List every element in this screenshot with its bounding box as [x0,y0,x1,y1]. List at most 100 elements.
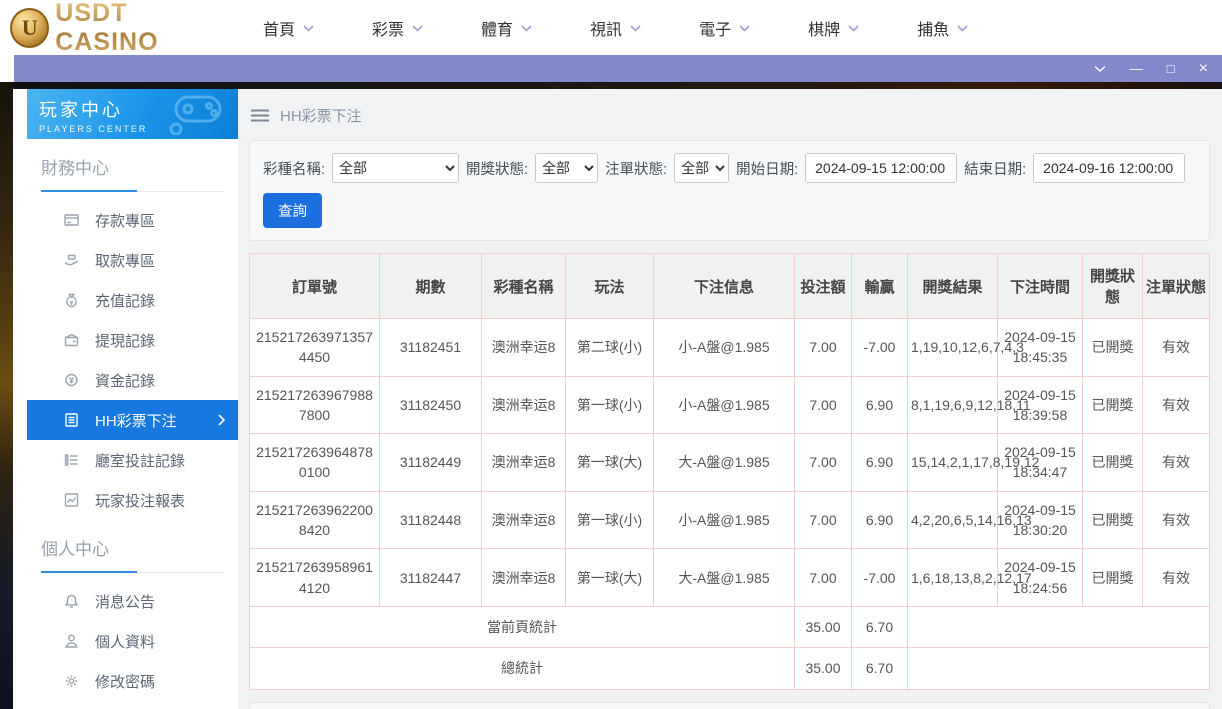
top-nav: U USDT CASINO 首頁 彩票 體育 視訊 電子 [0,0,1222,55]
section-title-personal: 個人中心 [27,520,238,572]
order-status-label: 注單狀態: [605,158,667,179]
end-date-input[interactable] [1033,153,1185,183]
draw-status-label: 開獎狀態: [466,158,528,179]
sidebar-item-funds-record[interactable]: 資金記錄 [27,360,238,400]
sidebar-item-player-bet-report[interactable]: 玩家投注報表 [27,480,238,520]
nav-item-boardgames[interactable]: 棋牌 [808,16,859,40]
chevron-down-icon [957,19,968,37]
table-row: 2152172639622008420 31182448 澳洲幸运8 第一球(小… [250,491,1210,549]
table-row: 2152172639648780100 31182449 澳洲幸运8 第一球(大… [250,434,1210,492]
cell-win-loss: -7.00 [852,319,908,377]
table-header-row: 訂單號 期數 彩種名稱 玩法 下注信息 投注額 輸贏 開獎結果 下注時間 開獎狀… [250,254,1210,319]
section-divider [41,572,224,573]
cell-draw-status: 已開獎 [1083,434,1143,492]
sidebar-item-label: 資金記錄 [95,370,155,391]
main-content: HH彩票下注 彩種名稱: 全部 開獎狀態: 全部 注單狀態: [238,89,1222,709]
logo[interactable]: U USDT CASINO [0,0,235,57]
nav-item-video[interactable]: 視訊 [590,16,641,40]
cell-draw-result: 1,6,18,13,8,2,12,17 [908,549,998,607]
cell-play-type: 第一球(小) [566,376,654,434]
cell-play-type: 第一球(小) [566,491,654,549]
cell-order-status: 有效 [1143,491,1210,549]
col-order-number: 訂單號 [250,254,380,319]
table-row: 2152172639589614120 31182447 澳洲幸运8 第一球(大… [250,549,1210,607]
cell-period: 31182450 [380,376,482,434]
nav-item-fishing[interactable]: 捕魚 [917,16,968,40]
table-row: 2152172639713574450 31182451 澳洲幸运8 第二球(小… [250,319,1210,377]
gamepad-icon [162,93,234,139]
cell-play-type: 第一球(大) [566,549,654,607]
end-date-label: 結束日期: [964,158,1026,179]
cell-order-number: 2152172639589614120 [250,549,380,607]
person-icon [63,633,80,649]
nav-item-home[interactable]: 首頁 [263,16,314,40]
chart-icon [63,492,80,508]
search-button[interactable]: 查詢 [263,193,322,228]
window-minimize-button[interactable]: — [1130,62,1143,75]
nav-item-slots[interactable]: 電子 [699,16,750,40]
list-icon [63,452,80,468]
chevron-down-icon [848,19,859,37]
cell-bet-info: 小-A盤@1.985 [654,319,795,377]
sidebar: 玩家中心 PLAYERS CENTER 財務中心 存款專區 [27,89,238,709]
col-play-type: 玩法 [566,254,654,319]
background-image-strip [0,82,13,709]
cell-bet-amount: 7.00 [795,491,852,549]
sidebar-item-label: 修改密碼 [95,671,155,692]
summary-win-loss: 6.70 [852,648,908,689]
hamburger-menu-icon[interactable] [251,109,269,122]
summary-label: 當前頁統計 [250,606,795,647]
bets-table: 訂單號 期數 彩種名稱 玩法 下注信息 投注額 輸贏 開獎結果 下注時間 開獎狀… [249,253,1210,690]
window-body: 玩家中心 PLAYERS CENTER 財務中心 存款專區 [13,82,1222,709]
nav-item-lottery[interactable]: 彩票 [372,16,423,40]
sidebar-item-change-password[interactable]: 修改密碼 [27,661,238,701]
nav-label: 視訊 [590,16,622,40]
gear-icon [63,673,80,689]
sidebar-item-withdrawal-record[interactable]: 提現記錄 [27,320,238,360]
chevron-down-icon [303,19,314,37]
window-dropdown-icon[interactable] [1094,65,1106,73]
sidebar-item-profile[interactable]: 個人資料 [27,621,238,661]
window-close-button[interactable]: × [1199,61,1208,77]
summary-bet-amount: 35.00 [795,606,852,647]
summary-row-current-page: 當前頁統計 35.00 6.70 [250,606,1210,647]
cell-bet-info: 小-A盤@1.985 [654,376,795,434]
sidebar-item-deposit[interactable]: 存款專區 [27,200,238,240]
col-period: 期數 [380,254,482,319]
coin-icon [63,372,80,388]
bets-table-card: 訂單號 期數 彩種名稱 玩法 下注信息 投注額 輸贏 開獎結果 下注時間 開獎狀… [249,253,1210,690]
col-win-loss: 輸贏 [852,254,908,319]
cell-lottery-name: 澳洲幸运8 [482,434,566,492]
cell-lottery-name: 澳洲幸运8 [482,319,566,377]
summary-win-loss: 6.70 [852,606,908,647]
order-status-select[interactable]: 全部 [674,153,729,183]
start-date-input[interactable] [805,153,957,183]
summary-label: 總統計 [250,648,795,689]
cell-draw-status: 已開獎 [1083,376,1143,434]
sidebar-item-label: HH彩票下注 [95,410,177,431]
nav-menu: 首頁 彩票 體育 視訊 電子 棋牌 [263,16,968,40]
window-maximize-button[interactable]: □ [1167,62,1175,75]
cell-play-type: 第一球(大) [566,434,654,492]
sidebar-item-hall-bet-record[interactable]: 廳室投註記錄 [27,440,238,480]
nav-label: 體育 [481,16,513,40]
cell-draw-result: 1,19,10,12,6,7,4,3 [908,319,998,377]
sidebar-item-hh-lottery-bets[interactable]: HH彩票下注 [27,400,238,440]
cell-order-number: 2152172639622008420 [250,491,380,549]
cell-play-type: 第二球(小) [566,319,654,377]
draw-status-select[interactable]: 全部 [535,153,598,183]
lottery-name-select[interactable]: 全部 [332,153,459,183]
cell-period: 31182447 [380,549,482,607]
chevron-down-icon [739,19,750,37]
summary-empty [908,648,1210,689]
sidebar-item-withdraw[interactable]: 取款專區 [27,240,238,280]
col-bet-info: 下注信息 [654,254,795,319]
sidebar-item-recharge-record[interactable]: 充值記錄 [27,280,238,320]
nav-item-sports[interactable]: 體育 [481,16,532,40]
cell-win-loss: 6.90 [852,434,908,492]
chevron-right-icon [218,414,225,426]
sidebar-item-announcements[interactable]: 消息公告 [27,581,238,621]
sidebar-item-label: 提現記錄 [95,330,155,351]
cell-order-number: 2152172639648780100 [250,434,380,492]
page-title: HH彩票下注 [280,105,362,126]
